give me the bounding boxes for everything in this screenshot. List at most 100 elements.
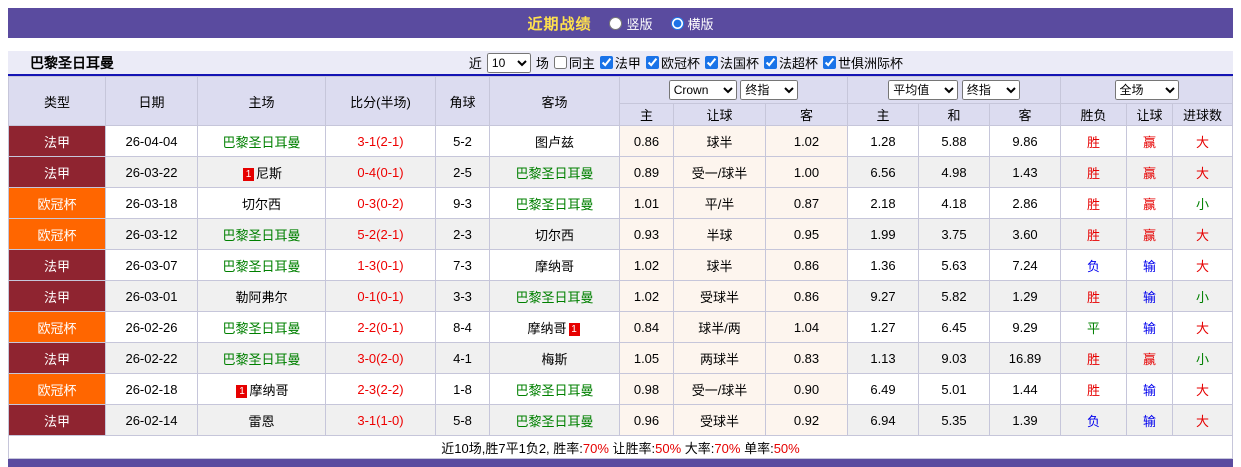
odds-away-cell: 0.87 [765,187,848,219]
trophee-checkbox[interactable] [763,56,777,69]
layout-vertical-option[interactable]: 竖版 [609,14,653,33]
team-name[interactable]: 切尔西 [242,197,281,212]
layout-horizontal-option[interactable]: 横版 [670,14,714,33]
coupe-de-france-checkbox[interactable] [704,56,718,69]
team-name[interactable]: 巴黎圣日耳曼 [222,259,300,274]
team-name[interactable]: 摩纳哥 [527,321,566,336]
team-name[interactable]: 尼斯 [256,166,282,181]
ligue1-checkbox[interactable] [599,56,613,69]
team-name[interactable]: 巴黎圣日耳曼 [222,135,300,150]
team-name[interactable]: 巴黎圣日耳曼 [515,197,593,212]
avg-home-cell: 1.99 [847,218,919,250]
horizontal-radio-label: 横版 [687,16,714,32]
score-cell[interactable]: 1-3(0-1) [325,249,436,281]
league-option-trophee[interactable]: 法超杯 [763,53,818,72]
table-row: 法甲 26-03-01 勒阿弗尔 0-1(0-1) 3-3 巴黎圣日耳曼 1.0… [8,280,1234,312]
odds-group-header: Crown 终指 [619,76,848,104]
avg-time-select[interactable]: 终指 [961,80,1020,100]
score-cell[interactable]: 2-3(2-2) [325,373,436,405]
team-name[interactable]: 巴黎圣日耳曼 [222,321,300,336]
recent-count-select[interactable]: 10 [486,52,531,73]
home-cell: 勒阿弗尔 [197,280,326,312]
red-card-badge: 1 [242,167,254,181]
summary-segment: 50% [655,440,682,456]
ucl-label: 欧冠杯 [660,56,700,71]
col-date: 日期 [105,76,198,126]
result-goals-cell: 小 [1172,187,1234,219]
score-cell[interactable]: 3-1(1-0) [325,404,436,436]
league-option-ligue1[interactable]: 法甲 [599,53,641,72]
team-name[interactable]: 巴黎圣日耳曼 [222,352,300,367]
team-name[interactable]: 巴黎圣日耳曼 [515,166,593,181]
team-name[interactable]: 切尔西 [535,228,574,243]
home-cell: 巴黎圣日耳曼 [197,125,326,157]
odds-handicap-cell: 受球半 [673,404,766,436]
team-name[interactable]: 雷恩 [248,414,274,429]
odds-away-cell: 0.90 [765,373,848,405]
result-goals-cell: 大 [1172,125,1234,157]
team-name[interactable]: 巴黎圣日耳曼 [515,383,593,398]
col-type: 类型 [8,76,106,126]
result-wdl-cell: 胜 [1060,280,1128,312]
ucl-checkbox[interactable] [645,56,659,69]
col-result-wdl: 胜负 [1060,103,1128,126]
avg-away-cell: 3.60 [988,218,1062,250]
home-cell: 切尔西 [197,187,326,219]
same-home-checkbox[interactable] [553,56,567,69]
odds-handicap-cell: 受一/球半 [673,373,766,405]
results-table: 类型 日期 主场 比分(半场) 角球 客场 Crown 终指 平均值 终指 全场… [8,76,1234,436]
away-cell: 巴黎圣日耳曼 [489,156,620,188]
result-handicap-cell: 输 [1126,404,1174,436]
team-name[interactable]: 梅斯 [541,352,567,367]
team-name[interactable]: 摩纳哥 [535,259,574,274]
odds-away-cell: 0.86 [765,280,848,312]
result-wdl-cell: 平 [1060,311,1128,343]
team-name[interactable]: 巴黎圣日耳曼 [222,228,300,243]
same-home-option[interactable]: 同主 [553,53,595,72]
league-option-ucl[interactable]: 欧冠杯 [645,53,700,72]
table-row: 欧冠杯 26-03-18 切尔西 0-3(0-2) 9-3 巴黎圣日耳曼 1.0… [8,187,1234,219]
result-goals-cell: 大 [1172,404,1234,436]
avg-draw-cell: 9.03 [918,342,990,374]
odds-home-cell: 1.02 [619,249,674,281]
team-name[interactable]: 勒阿弗尔 [235,290,287,305]
score-cell[interactable]: 3-1(2-1) [325,125,436,157]
league-option-club-world-cup[interactable]: 世俱洲际杯 [822,53,903,72]
date-cell: 26-04-04 [105,125,198,157]
scope-group-header: 全场 [1060,76,1234,104]
scope-select[interactable]: 全场 [1114,80,1179,100]
team-name[interactable]: 巴黎圣日耳曼 [515,414,593,429]
odds-away-cell: 0.95 [765,218,848,250]
avg-group-header: 平均值 终指 [846,76,1062,104]
odds-company-select[interactable]: Crown [668,80,737,100]
score-cell[interactable]: 5-2(2-1) [325,218,436,250]
score-cell[interactable]: 0-3(0-2) [325,187,436,219]
result-handicap-cell: 赢 [1126,125,1174,157]
table-row: 法甲 26-02-14 雷恩 3-1(1-0) 5-8 巴黎圣日耳曼 0.96 … [8,404,1234,436]
corner-cell: 2-3 [435,218,490,250]
avg-type-select[interactable]: 平均值 [888,80,959,100]
team-name[interactable]: 摩纳哥 [249,383,288,398]
avg-home-cell: 6.94 [847,404,919,436]
odds-away-cell: 1.00 [765,156,848,188]
filterbar: 巴黎圣日耳曼 近 10 场 同主 法甲 欧冠杯 法国杯 法超杯 世俱洲际杯 [8,51,1233,76]
col-result-handicap: 让球 [1126,103,1174,126]
odds-handicap-cell: 球半/两 [673,311,766,343]
result-goals-cell: 大 [1172,249,1234,281]
odds-time-select[interactable]: 终指 [740,80,799,100]
score-cell[interactable]: 0-1(0-1) [325,280,436,312]
result-wdl-cell: 胜 [1060,218,1128,250]
league-option-coupe-de-france[interactable]: 法国杯 [704,53,759,72]
result-handicap-cell: 输 [1126,249,1174,281]
score-cell[interactable]: 2-2(0-1) [325,311,436,343]
away-cell: 巴黎圣日耳曼 [489,373,620,405]
horizontal-radio[interactable] [670,16,684,30]
col-avg-away: 客 [988,103,1062,126]
club-world-cup-checkbox[interactable] [822,56,836,69]
trophee-label: 法超杯 [778,56,818,71]
score-cell[interactable]: 3-0(2-0) [325,342,436,374]
score-cell[interactable]: 0-4(0-1) [325,156,436,188]
team-name[interactable]: 巴黎圣日耳曼 [515,290,593,305]
team-name[interactable]: 图卢兹 [535,135,574,150]
vertical-radio[interactable] [609,16,623,30]
